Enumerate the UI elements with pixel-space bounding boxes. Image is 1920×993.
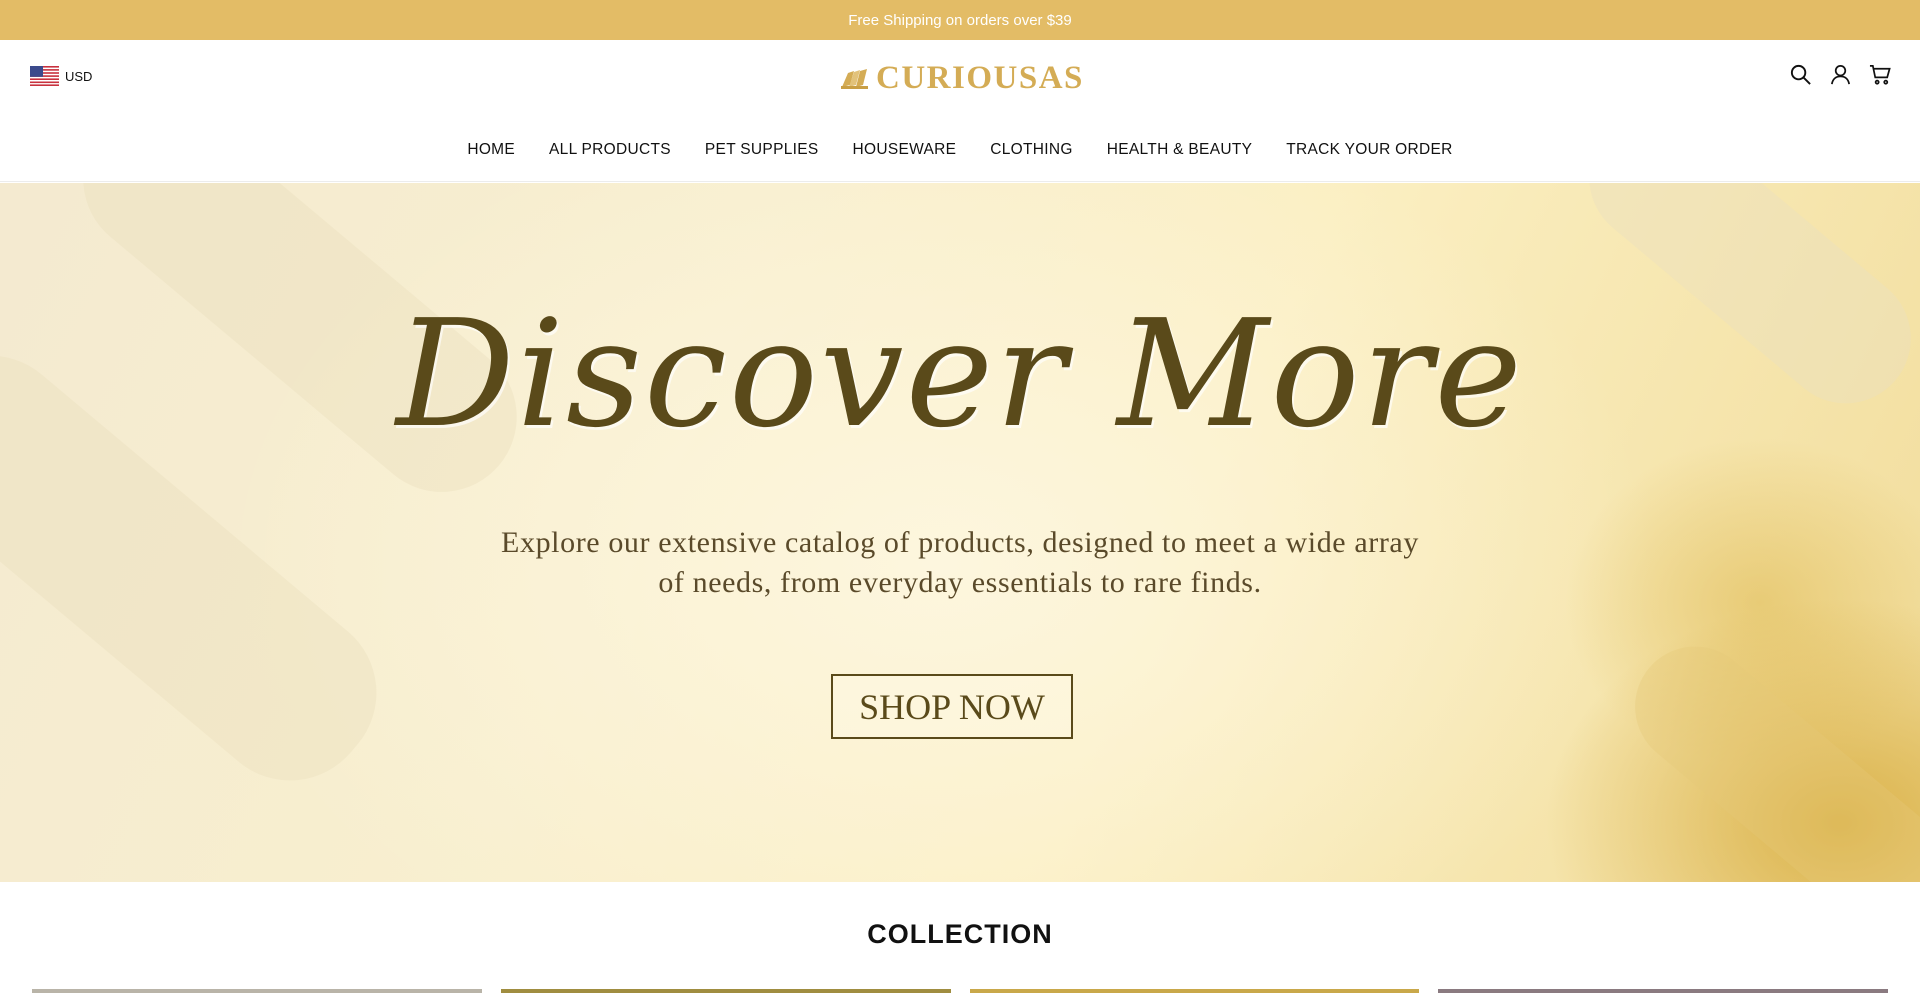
announcement-text: Free Shipping on orders over $39 [848,11,1072,29]
search-button[interactable] [1788,62,1812,86]
collection-card[interactable] [1438,989,1888,993]
brand-name: CURIOUSAS [876,59,1084,96]
search-icon [1790,64,1811,85]
logo-mark-icon [841,69,868,89]
site-header: USD CURIOUSAS HOME ALL PRODUCTS PET SUPP… [0,40,1920,182]
cart-button[interactable] [1868,62,1892,86]
hero-subtitle-line: Explore our extensive catalog of product… [501,526,1419,559]
collection-grid [32,989,1888,993]
nav-home[interactable]: HOME [467,141,515,159]
hero-title: Discover More [396,288,1524,460]
collection-card[interactable] [500,989,951,993]
account-button[interactable] [1828,62,1852,86]
currency-code: USD [65,68,93,84]
main-navigation: HOME ALL PRODUCTS PET SUPPLIES HOUSEWARE… [0,136,1920,164]
currency-selector[interactable]: USD [30,65,92,87]
hero-decor-shape [1610,622,1920,882]
nav-track-order[interactable]: TRACK YOUR ORDER [1286,141,1452,159]
hero-subtitle: Explore our extensive catalog of product… [460,523,1460,603]
nav-pet-supplies[interactable]: PET SUPPLIES [705,141,819,159]
nav-health-beauty[interactable]: HEALTH & BEAUTY [1107,141,1252,159]
hero-banner[interactable]: Discover More Explore our extensive cata… [0,183,1920,882]
brand-logo[interactable]: CURIOUSAS [840,58,1085,98]
nav-clothing[interactable]: CLOTHING [990,141,1073,159]
nav-all-products[interactable]: ALL PRODUCTS [549,141,671,159]
cart-icon [1869,64,1891,85]
collection-heading: COLLECTION [867,919,1053,949]
nav-houseware[interactable]: HOUSEWARE [853,141,957,159]
collection-card[interactable] [32,989,482,993]
announcement-bar: Free Shipping on orders over $39 [0,0,1920,40]
us-flag-icon [30,66,59,86]
account-icon [1830,64,1850,84]
collection-card[interactable] [969,989,1420,993]
hero-subtitle-line: of needs, from everyday essentials to ra… [658,566,1262,599]
shop-now-button[interactable]: SHOP NOW [831,674,1073,739]
header-actions [1788,62,1892,86]
